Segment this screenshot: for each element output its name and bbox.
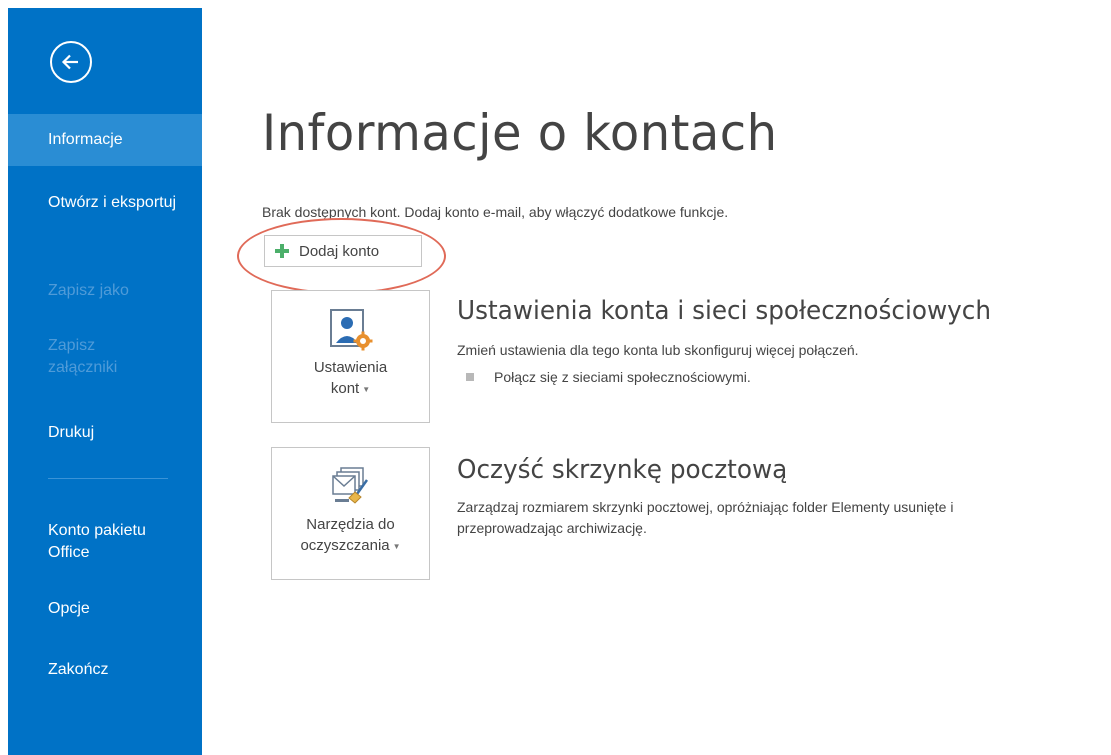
sidebar-item-label: Drukuj xyxy=(48,424,95,441)
tile-label-line2: kont xyxy=(330,380,360,397)
tile-label-line1: Narzędzia do xyxy=(306,516,395,533)
no-accounts-notice: Brak dostępnych kont. Dodaj konto e-mail… xyxy=(262,204,729,220)
cleanup-tools-tile[interactable]: Narzędzia do oczyszczania ▼ xyxy=(271,447,430,580)
sidebar-item-konto-pakietu-office[interactable]: Konto pakietu Office xyxy=(8,520,202,564)
add-account-label: Dodaj konto xyxy=(299,242,380,260)
social-networks-link[interactable]: Połącz się z sieciami społecznościowymi. xyxy=(466,369,751,385)
sidebar-item-zakoncz[interactable]: Zakończ xyxy=(8,659,202,681)
sidebar-item-otworz-eksportuj[interactable]: Otwórz i eksportuj xyxy=(8,192,202,214)
page-title: Informacje o kontach xyxy=(262,104,778,162)
sidebar-item-label: Konto pakietu Office xyxy=(48,522,146,561)
account-settings-description: Zmień ustawienia dla tego konta lub skon… xyxy=(457,342,859,358)
sidebar-item-label: Informacje xyxy=(48,131,123,148)
cleanup-description-line1: Zarządzaj rozmiarem skrzynki pocztowej, … xyxy=(457,499,954,515)
social-networks-label: Połącz się z sieciami społecznościowymi. xyxy=(494,369,751,385)
dropdown-caret-icon: ▼ xyxy=(392,541,401,551)
account-settings-title: Ustawienia konta i sieci społecznościowy… xyxy=(457,296,992,326)
cleanup-title: Oczyść skrzynkę pocztową xyxy=(457,455,788,485)
plus-icon xyxy=(275,244,289,258)
sidebar-item-zapisz-zalaczniki: Zapisz załączniki xyxy=(8,335,202,379)
mailbox-cleanup-icon xyxy=(331,467,368,504)
sidebar-item-opcje[interactable]: Opcje xyxy=(8,598,202,620)
account-settings-tile[interactable]: Ustawienia kont ▼ xyxy=(271,290,430,423)
sidebar-item-drukuj[interactable]: Drukuj xyxy=(8,422,202,444)
tile-label-line2: oczyszczania xyxy=(300,537,390,554)
sidebar-item-label: Zapisz załączniki xyxy=(48,337,118,376)
tile-label-line1: Ustawienia xyxy=(313,359,388,376)
sidebar-item-zapisz-jako: Zapisz jako xyxy=(8,280,202,302)
back-button[interactable] xyxy=(50,41,92,83)
back-arrow-icon xyxy=(61,54,78,70)
cleanup-description: Zarządzaj rozmiarem skrzynki pocztowej, … xyxy=(457,497,953,539)
backstage-sidebar: Informacje Otwórz i eksportuj Zapisz jak… xyxy=(8,8,202,755)
bullet-icon xyxy=(466,373,474,381)
sidebar-item-label: Otwórz i eksportuj xyxy=(48,194,177,211)
sidebar-item-label: Zapisz jako xyxy=(48,282,129,299)
sidebar-item-label: Zakończ xyxy=(48,661,109,678)
cleanup-description-line2: przeprowadzając archiwizację. xyxy=(457,520,647,536)
sidebar-item-label: Opcje xyxy=(48,600,90,617)
account-settings-icon xyxy=(329,309,372,351)
sidebar-item-informacje[interactable]: Informacje xyxy=(8,114,202,166)
dropdown-caret-icon: ▼ xyxy=(362,384,371,394)
add-account-button[interactable]: Dodaj konto xyxy=(264,235,422,267)
sidebar-divider xyxy=(48,478,168,479)
